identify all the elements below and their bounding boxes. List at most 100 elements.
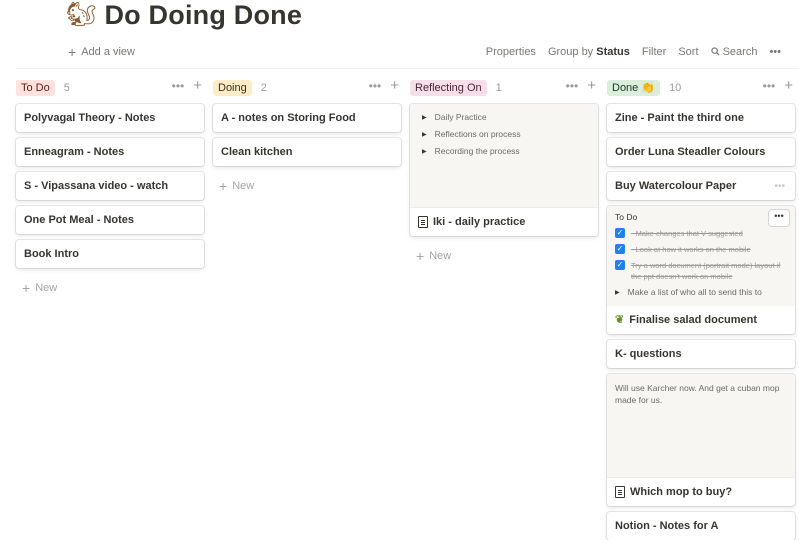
new-label: New [232, 180, 255, 192]
plus-icon: + [219, 178, 228, 194]
toolbar: Properties Group by Status Filter Sort S… [486, 46, 781, 58]
column-add-icon[interactable]: + [784, 78, 793, 93]
view-bar: + Add a view Properties Group by Status … [0, 42, 799, 68]
status-pill[interactable]: To Do [16, 80, 55, 96]
status-pill[interactable]: Done 👏 [607, 80, 661, 96]
board-card[interactable]: Book Intro [16, 240, 204, 268]
group-by-label: Group by [547, 46, 594, 58]
checkbox-checked-icon: ✓ [615, 228, 625, 238]
column-more-icon[interactable]: ••• [763, 79, 776, 93]
new-card-button[interactable]: + New [16, 274, 204, 302]
card-more-icon[interactable]: ••• [769, 210, 789, 226]
column-count: 1 [495, 82, 502, 94]
board-card[interactable]: Notion - Notes for A [607, 512, 795, 540]
card-title: Book Intro [24, 248, 79, 260]
todo-text: - Look at how it works on the mobile [631, 245, 751, 254]
plus-icon: + [68, 44, 77, 60]
card-title: Finalise salad document [629, 314, 757, 326]
document-icon [418, 216, 428, 228]
filter-button[interactable]: Filter [642, 46, 666, 58]
board-card[interactable]: One Pot Meal - Notes [16, 206, 204, 234]
checkbox-checked-icon: ✓ [615, 260, 625, 270]
card-more-icon[interactable]: ••• [774, 181, 785, 192]
board-card[interactable]: Zine - Paint the third one [607, 104, 795, 132]
search-button[interactable]: Search [710, 46, 758, 58]
card-title: Iki - daily practice [433, 216, 526, 228]
board-card[interactable]: Polyvagal Theory - Notes [16, 104, 204, 132]
column-more-icon[interactable]: ••• [172, 79, 185, 93]
column-add-icon[interactable]: + [587, 78, 596, 93]
card-title: Polyvagal Theory - Notes [24, 112, 156, 124]
card-title: A - notes on Storing Food [221, 112, 356, 124]
plus-icon: + [416, 248, 425, 264]
add-view-button[interactable]: + Add a view [68, 44, 135, 60]
document-icon [615, 486, 625, 498]
toggle-triangle-icon: ▶ [422, 114, 427, 121]
toggle-text: Make a list of who all to send this to [627, 287, 762, 297]
board-card[interactable]: K- questions [607, 340, 795, 368]
card-title: Order Luna Steadler Colours [615, 146, 766, 158]
board-card[interactable]: Clean kitchen [213, 138, 401, 166]
search-label: Search [722, 46, 758, 58]
column-more-icon[interactable]: ••• [369, 79, 382, 93]
toggle-triangle-icon: ▶ [615, 289, 620, 296]
toggle-triangle-icon: ▶ [422, 131, 427, 138]
card-preview: Will use Karcher now. And get a cuban mo… [607, 374, 795, 478]
card-title: S - Vipassana video - watch [24, 180, 169, 192]
new-label: New [429, 250, 452, 262]
board-card[interactable]: S - Vipassana video - watch [16, 172, 204, 200]
card-title: Notion - Notes for A [615, 520, 719, 532]
status-pill[interactable]: Reflecting On [410, 80, 487, 96]
board-card[interactable]: To Do ••• ✓ - Make changes that V suggest… [607, 206, 795, 334]
column-count: 2 [260, 82, 267, 94]
column-header: Doing 2 ••• + [213, 78, 401, 98]
page-header: 🐿 Do Doing Done [66, 0, 302, 30]
status-pill[interactable]: Doing [213, 80, 252, 96]
card-title: Zine - Paint the third one [615, 112, 744, 124]
sort-button[interactable]: Sort [678, 46, 698, 58]
toggle-text: Daily Practice [434, 112, 487, 122]
toggle-block: ▶ Daily Practice [422, 112, 586, 122]
board-column-done: Done 👏 10 ••• + Zine - Paint the third o… [607, 78, 795, 540]
page-title[interactable]: Do Doing Done [104, 0, 302, 31]
card-title: K- questions [615, 348, 682, 360]
board-card[interactable]: ▶ Daily Practice ▶ Reflections on process … [410, 104, 598, 236]
column-header: To Do 5 ••• + [16, 78, 204, 98]
add-view-label: Add a view [81, 46, 135, 58]
column-count: 5 [63, 82, 70, 94]
board-column-doing: Doing 2 ••• + A - notes on Storing Food … [213, 78, 401, 200]
status-pill-label: Done [612, 82, 639, 94]
board-card[interactable]: Will use Karcher now. And get a cuban mo… [607, 374, 795, 506]
new-label: New [35, 282, 58, 294]
card-title: One Pot Meal - Notes [24, 214, 135, 226]
card-title: Which mop to buy? [630, 486, 733, 498]
todo-item: ✓ Try a word document (portrait mode) lay… [615, 260, 787, 282]
column-header: Done 👏 10 ••• + [607, 78, 795, 98]
card-title: Buy Watercolour Paper [615, 180, 737, 192]
properties-button[interactable]: Properties [486, 46, 536, 58]
column-add-icon[interactable]: + [390, 78, 399, 93]
card-preview: ▶ Daily Practice ▶ Reflections on process … [410, 104, 598, 208]
card-title-row: ❦ Finalise salad document [607, 306, 795, 334]
toggle-block: ▶ Reflections on process [422, 129, 586, 139]
card-title: Enneagram - Notes [24, 146, 125, 158]
column-more-icon[interactable]: ••• [566, 79, 579, 93]
board-card[interactable]: A - notes on Storing Food [213, 104, 401, 132]
column-header: Reflecting On 1 ••• + [410, 78, 598, 98]
column-count: 10 [669, 82, 682, 94]
toggle-block: ▶ Recording the process [422, 146, 586, 156]
board-card[interactable]: Order Luna Steadler Colours [607, 138, 795, 166]
checkbox-checked-icon: ✓ [615, 244, 625, 254]
column-add-icon[interactable]: + [193, 78, 202, 93]
board-card[interactable]: Enneagram - Notes [16, 138, 204, 166]
new-card-button[interactable]: + New [410, 242, 598, 270]
group-by-button[interactable]: Group by Status [548, 46, 630, 58]
card-title-row: Iki - daily practice [410, 208, 598, 236]
more-options-icon[interactable]: ••• [769, 46, 781, 58]
group-by-value: Status [596, 46, 630, 58]
header-divider [16, 68, 799, 69]
new-card-button[interactable]: + New [213, 172, 401, 200]
board-card[interactable]: Buy Watercolour Paper ••• [607, 172, 795, 200]
todo-heading: To Do [615, 212, 638, 222]
todo-item: ✓ - Make changes that V suggested [615, 228, 787, 239]
